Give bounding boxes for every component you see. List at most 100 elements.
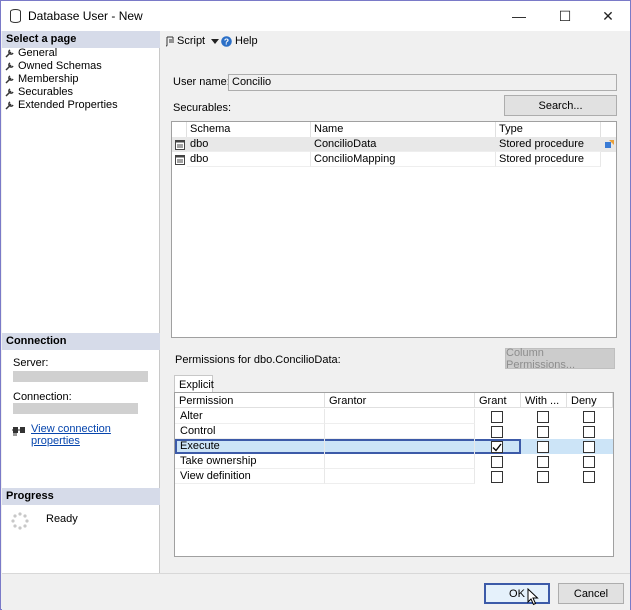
progress-header: Progress — [2, 488, 160, 505]
cell-type: Stored procedure — [496, 152, 601, 167]
page-item-owned-schemas[interactable]: Owned Schemas — [5, 59, 102, 72]
progress-status: Ready — [46, 513, 78, 525]
minimize-icon: — — [512, 8, 526, 24]
window-title: Database User - New — [28, 9, 143, 23]
close-button[interactable]: ✕ — [586, 1, 630, 31]
table-row[interactable]: dbo ConcilioMapping Stored procedure — [172, 152, 616, 167]
database-icon — [10, 9, 21, 23]
connection-header: Connection — [2, 333, 160, 350]
plug-icon — [12, 427, 25, 436]
deny-checkbox[interactable] — [583, 471, 595, 483]
column-header-with-grant[interactable]: With ... — [521, 393, 567, 408]
deny-checkbox[interactable] — [583, 456, 595, 468]
permissions-label: Permissions for dbo.ConcilioData: — [175, 354, 341, 366]
cell-type: Stored procedure — [496, 137, 601, 152]
svg-text:?: ? — [224, 36, 229, 46]
with-grant-checkbox[interactable] — [537, 456, 549, 468]
close-icon: ✕ — [602, 7, 614, 24]
search-button[interactable]: Search... — [504, 95, 617, 116]
cell-schema: dbo — [187, 137, 311, 152]
cell-name: ConcilioMapping — [311, 152, 496, 167]
column-header-grantor[interactable]: Grantor — [325, 393, 475, 408]
wrench-icon — [5, 61, 14, 71]
page-item-label: Extended Properties — [18, 98, 118, 111]
cell-permission: Alter — [175, 409, 325, 424]
page-item-label: Owned Schemas — [18, 59, 102, 72]
page-item-membership[interactable]: Membership — [5, 72, 79, 85]
view-connection-properties-link[interactable]: View connection properties — [31, 423, 159, 447]
table-row[interactable]: Take ownership — [175, 454, 613, 469]
column-permissions-button[interactable]: Column Permissions... — [505, 347, 615, 371]
grant-checkbox[interactable] — [491, 411, 503, 423]
cell-permission: Control — [175, 424, 325, 439]
help-button[interactable]: ? Help — [221, 35, 258, 47]
column-header-permission[interactable]: Permission — [175, 393, 325, 408]
user-name-field[interactable]: Concilio — [228, 74, 617, 91]
securables-grid: Schema Name Type dbo ConcilioData Stored… — [171, 121, 617, 338]
wrench-icon — [5, 87, 14, 97]
script-label: Script — [177, 35, 206, 47]
mouse-cursor-icon — [527, 588, 539, 606]
connection-value-redacted — [13, 403, 138, 414]
page-item-general[interactable]: General — [5, 46, 57, 59]
table-row-selected[interactable]: Execute — [175, 439, 613, 454]
wrench-icon — [5, 100, 14, 110]
right-pane: Script ? Help User name: Concilio Secura… — [161, 31, 630, 573]
cell-schema: dbo — [187, 152, 311, 167]
table-row[interactable]: View definition — [175, 469, 613, 484]
page-item-label: Securables — [18, 85, 74, 98]
cell-grantor — [325, 424, 475, 439]
deny-checkbox[interactable] — [583, 411, 595, 423]
column-header-grant[interactable]: Grant — [475, 393, 521, 408]
help-icon: ? — [221, 35, 232, 47]
edit-properties-icon[interactable] — [605, 140, 614, 149]
deny-checkbox[interactable] — [583, 441, 595, 453]
grant-checkbox[interactable] — [491, 456, 503, 468]
grant-checkbox[interactable] — [491, 471, 503, 483]
table-row[interactable]: Control — [175, 424, 613, 439]
title-bar: Database User - New — ☐ ✕ — [1, 1, 630, 31]
column-header-deny[interactable]: Deny — [567, 393, 613, 408]
connection-label: Connection: — [13, 391, 72, 403]
cell-grantor — [325, 439, 475, 454]
toolbar: Script ? Help — [161, 31, 630, 53]
grant-checkbox-checked[interactable] — [491, 441, 503, 453]
securables-label: Securables: — [173, 102, 232, 114]
with-grant-checkbox[interactable] — [537, 471, 549, 483]
grant-checkbox[interactable] — [491, 426, 503, 438]
minimize-button[interactable]: — — [497, 1, 541, 31]
maximize-icon: ☐ — [558, 7, 572, 24]
page-item-label: General — [18, 46, 58, 59]
maximize-button[interactable]: ☐ — [543, 1, 587, 31]
cell-permission: Take ownership — [175, 454, 325, 469]
chevron-down-icon — [211, 38, 220, 44]
cell-name: ConcilioData — [311, 137, 496, 152]
stored-procedure-icon — [175, 140, 185, 150]
wrench-icon — [5, 74, 14, 84]
server-label: Server: — [13, 357, 49, 369]
server-value-redacted — [13, 371, 148, 382]
permissions-grid: Permission Grantor Grant With ... Deny A… — [174, 392, 614, 557]
page-item-extended-properties[interactable]: Extended Properties — [5, 98, 118, 111]
dialog-footer: OK Cancel — [2, 573, 630, 610]
table-row[interactable]: Alter — [175, 409, 613, 424]
column-header-type[interactable]: Type — [496, 122, 601, 137]
stored-procedure-icon — [175, 155, 185, 165]
help-label: Help — [235, 35, 258, 47]
script-button[interactable]: Script — [165, 35, 220, 47]
with-grant-checkbox[interactable] — [537, 441, 549, 453]
page-item-securables[interactable]: Securables — [5, 85, 73, 98]
with-grant-checkbox[interactable] — [537, 411, 549, 423]
deny-checkbox[interactable] — [583, 426, 595, 438]
column-header-schema[interactable]: Schema — [187, 122, 311, 137]
table-row[interactable]: dbo ConcilioData Stored procedure — [172, 137, 616, 152]
with-grant-checkbox[interactable] — [537, 426, 549, 438]
cell-grantor — [325, 409, 475, 424]
cell-grantor — [325, 454, 475, 469]
wrench-icon — [5, 48, 14, 58]
cancel-button[interactable]: Cancel — [558, 583, 624, 604]
ok-button[interactable]: OK — [484, 583, 550, 604]
database-user-dialog: Database User - New — ☐ ✕ Select a page … — [0, 0, 631, 610]
column-header-name[interactable]: Name — [311, 122, 496, 137]
tab-explicit[interactable]: Explicit — [174, 375, 214, 393]
